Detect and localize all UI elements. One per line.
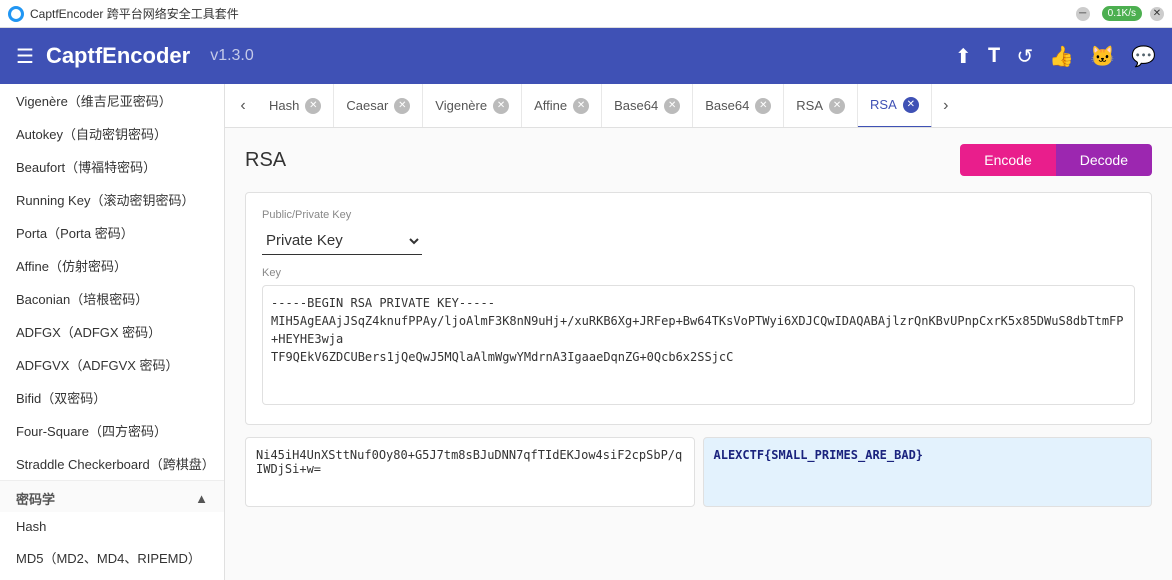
encode-decode-buttons: Encode Decode	[960, 144, 1152, 176]
app-version: v1.3.0	[210, 47, 254, 65]
io-row: Ni45iH4UnXSttNuf0Oy80+G5J7tm8sBJuDNN7qfT…	[245, 437, 1152, 507]
text-icon[interactable]: 𝐓	[988, 45, 1001, 68]
tab-base64-2[interactable]: Base64 ✕	[693, 84, 784, 128]
cat-icon[interactable]: 🐱	[1090, 44, 1115, 69]
like-icon[interactable]: 👍	[1049, 44, 1074, 69]
sidebar-item-adfgvx[interactable]: ADFGVX（ADFGVX 密码）	[0, 348, 224, 381]
decode-button[interactable]: Decode	[1056, 144, 1152, 176]
key-label: Key	[262, 267, 1135, 279]
sidebar-item-straddle[interactable]: Straddle Checkerboard（跨棋盘）	[0, 447, 224, 480]
refresh-icon[interactable]: ↺	[1017, 44, 1034, 69]
tab-rsa-1-label: RSA	[796, 98, 823, 113]
header-icons: ⬆ 𝐓 ↺ 👍 🐱 💬	[955, 44, 1156, 69]
output-text: ALEXCTF{SMALL_PRIMES_ARE_BAD}	[714, 448, 924, 462]
tab-rsa-1-close[interactable]: ✕	[829, 98, 845, 114]
header: ☰ CaptfEncoder v1.3.0 ⬆ 𝐓 ↺ 👍 🐱 💬	[0, 28, 1172, 84]
tab-affine-label: Affine	[534, 98, 567, 113]
tab-caesar-label: Caesar	[346, 98, 388, 113]
close-button[interactable]: ✕	[1150, 7, 1164, 21]
sidebar-item-baconian[interactable]: Baconian（培根密码）	[0, 282, 224, 315]
key-type-select[interactable]: Private Key Public Key	[262, 227, 422, 255]
tab-caesar[interactable]: Caesar ✕	[334, 84, 423, 128]
sidebar-item-adfgx[interactable]: ADFGX（ADFGX 密码）	[0, 315, 224, 348]
tabs-bar: ‹ Hash ✕ Caesar ✕ Vigenère ✕ Affine ✕ Ba…	[225, 84, 1172, 128]
tab-base64-2-close[interactable]: ✕	[755, 98, 771, 114]
input-text: Ni45iH4UnXSttNuf0Oy80+G5J7tm8sBJuDNN7qfT…	[256, 448, 682, 476]
tab-hash-close[interactable]: ✕	[305, 98, 321, 114]
tab-hash-label: Hash	[269, 98, 299, 113]
tab-rsa-2-label: RSA	[870, 97, 897, 112]
sidebar-item-bifid[interactable]: Bifid（双密码）	[0, 381, 224, 414]
sidebar-item-affine[interactable]: Affine（仿射密码）	[0, 249, 224, 282]
tab-rsa-2-close[interactable]: ✕	[903, 97, 919, 113]
page-title: RSA	[245, 149, 286, 172]
tab-affine-close[interactable]: ✕	[573, 98, 589, 114]
tab-rsa-1[interactable]: RSA ✕	[784, 84, 858, 128]
sidebar-item-sha[interactable]: SHA（SHA1、SHA256...）	[0, 574, 224, 580]
tab-hash[interactable]: Hash ✕	[257, 84, 334, 128]
sidebar-item-autokey[interactable]: Autokey（自动密钥密码）	[0, 117, 224, 150]
key-textarea[interactable]: -----BEGIN RSA PRIVATE KEY----- MIH5AgEA…	[262, 285, 1135, 405]
network-badge: 0.1K/s	[1102, 6, 1142, 21]
sidebar-item-md5[interactable]: MD5（MD2、MD4、RIPEMD）	[0, 541, 224, 574]
tab-caesar-close[interactable]: ✕	[394, 98, 410, 114]
tab-prev-button[interactable]: ‹	[229, 92, 257, 120]
tab-rsa-2[interactable]: RSA ✕	[858, 84, 932, 128]
encode-button[interactable]: Encode	[960, 144, 1055, 176]
tab-vigenere-close[interactable]: ✕	[493, 98, 509, 114]
app-name: CaptfEncoder	[46, 43, 190, 69]
minimize-button[interactable]: ─	[1076, 7, 1090, 21]
chat-icon[interactable]: 💬	[1131, 44, 1156, 69]
select-wrapper: Private Key Public Key	[262, 227, 1135, 255]
sidebar-item-foursquare[interactable]: Four-Square（四方密码）	[0, 414, 224, 447]
sidebar-item-hash[interactable]: Hash	[0, 512, 224, 541]
tab-vigenere[interactable]: Vigenère ✕	[423, 84, 522, 128]
window-controls: ─ 0.1K/s ✕	[1076, 6, 1164, 21]
upload-icon[interactable]: ⬆	[955, 44, 972, 69]
main-layout: Vigenère（维吉尼亚密码） Autokey（自动密钥密码） Beaufor…	[0, 84, 1172, 580]
app-title: CaptfEncoder 跨平台网络安全工具套件	[30, 5, 239, 22]
sidebar-section-crypto[interactable]: 密码学 ▲	[0, 480, 224, 512]
sidebar-item-beaufort[interactable]: Beaufort（博福特密码）	[0, 150, 224, 183]
sidebar: Vigenère（维吉尼亚密码） Autokey（自动密钥密码） Beaufor…	[0, 84, 225, 580]
sidebar-item-runningkey[interactable]: Running Key（滚动密钥密码）	[0, 183, 224, 216]
tab-base64-1[interactable]: Base64 ✕	[602, 84, 693, 128]
key-type-section: Public/Private Key Private Key Public Ke…	[245, 192, 1152, 425]
page-content: RSA Encode Decode Public/Private Key Pri…	[225, 128, 1172, 580]
tab-base64-1-close[interactable]: ✕	[664, 98, 680, 114]
tab-affine[interactable]: Affine ✕	[522, 84, 602, 128]
content-area: ‹ Hash ✕ Caesar ✕ Vigenère ✕ Affine ✕ Ba…	[225, 84, 1172, 580]
key-type-label: Public/Private Key	[262, 209, 1135, 221]
sidebar-section-crypto-label: 密码学	[16, 489, 55, 508]
sidebar-item-porta[interactable]: Porta（Porta 密码）	[0, 216, 224, 249]
sidebar-item-vigenere[interactable]: Vigenère（维吉尼亚密码）	[0, 84, 224, 117]
app-icon	[8, 6, 24, 22]
tab-base64-2-label: Base64	[705, 98, 749, 113]
page-title-row: RSA Encode Decode	[245, 144, 1152, 176]
menu-icon[interactable]: ☰	[16, 44, 34, 69]
input-box[interactable]: Ni45iH4UnXSttNuf0Oy80+G5J7tm8sBJuDNN7qfT…	[245, 437, 695, 507]
tab-base64-1-label: Base64	[614, 98, 658, 113]
tab-next-button[interactable]: ›	[932, 92, 960, 120]
tab-vigenere-label: Vigenère	[435, 98, 487, 113]
title-bar: CaptfEncoder 跨平台网络安全工具套件 ─ 0.1K/s ✕	[0, 0, 1172, 28]
sidebar-section-crypto-collapse[interactable]: ▲	[195, 491, 208, 506]
output-box[interactable]: ALEXCTF{SMALL_PRIMES_ARE_BAD}	[703, 437, 1153, 507]
